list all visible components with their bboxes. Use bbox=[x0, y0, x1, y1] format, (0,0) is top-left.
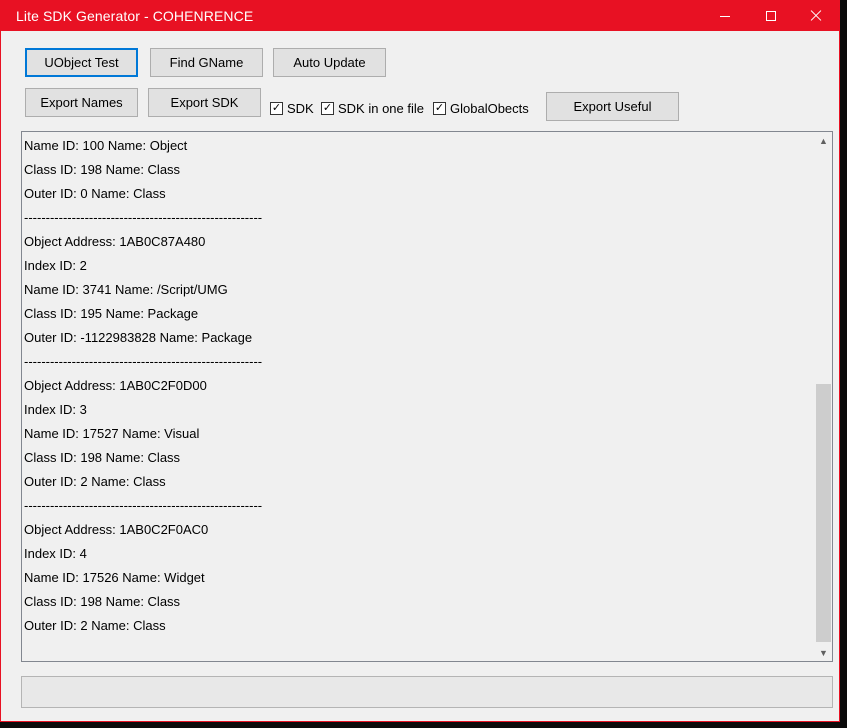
log-line: Object Address: 1AB0C87A480 bbox=[24, 234, 206, 249]
chevron-up-icon[interactable]: ▲ bbox=[815, 132, 832, 149]
log-line: Name ID: 17527 Name: Visual bbox=[24, 426, 200, 441]
log-line: Outer ID: 2 Name: Class bbox=[24, 618, 166, 633]
checkmark-icon: ✓ bbox=[321, 101, 334, 115]
checkmark-icon: ✓ bbox=[433, 101, 446, 115]
global-objects-checkbox-label: GlobalObects bbox=[450, 100, 529, 116]
log-line: Class ID: 195 Name: Package bbox=[24, 306, 199, 321]
export-sdk-button[interactable]: Export SDK bbox=[148, 88, 261, 117]
log-line: Outer ID: 0 Name: Class bbox=[24, 186, 166, 201]
maximize-icon bbox=[766, 11, 776, 21]
sdk-one-file-checkbox-label: SDK in one file bbox=[338, 100, 424, 116]
find-gname-button[interactable]: Find GName bbox=[150, 48, 263, 77]
log-line: Outer ID: 2 Name: Class bbox=[24, 474, 166, 489]
uobject-test-button[interactable]: UObject Test bbox=[25, 48, 138, 77]
log-line: ----------------------------------------… bbox=[24, 210, 263, 225]
log-line: Class ID: 198 Name: Class bbox=[24, 162, 181, 177]
log-line: Outer ID: -1122983828 Name: Package bbox=[24, 330, 253, 345]
log-line: Index ID: 3 bbox=[24, 402, 87, 417]
maximize-button[interactable] bbox=[748, 1, 794, 31]
status-bar bbox=[21, 676, 833, 708]
auto-update-button[interactable]: Auto Update bbox=[273, 48, 386, 77]
log-line: Name ID: 100 Name: Object bbox=[24, 138, 188, 153]
log-line: ----------------------------------------… bbox=[24, 498, 263, 513]
window-title: Lite SDK Generator - COHENRENCE bbox=[16, 8, 254, 24]
app-window: Lite SDK Generator - COHENRENCE UObject … bbox=[0, 0, 840, 722]
minimize-icon bbox=[720, 15, 730, 17]
global-objects-checkbox[interactable]: ✓ GlobalObects bbox=[433, 100, 529, 116]
chevron-down-icon[interactable]: ▼ bbox=[815, 644, 832, 661]
scrollbar-thumb[interactable] bbox=[816, 384, 831, 642]
log-line: Class ID: 198 Name: Class bbox=[24, 450, 181, 465]
log-line: Name ID: 17526 Name: Widget bbox=[24, 570, 205, 585]
checkmark-icon: ✓ bbox=[270, 101, 283, 115]
close-icon bbox=[810, 10, 822, 22]
log-line: Index ID: 4 bbox=[24, 546, 87, 561]
output-log[interactable]: Name ID: 100 Name: Object Class ID: 198 N… bbox=[21, 131, 833, 662]
log-line: Index ID: 2 bbox=[24, 258, 87, 273]
log-line: ----------------------------------------… bbox=[24, 354, 263, 369]
sdk-checkbox[interactable]: ✓ SDK bbox=[270, 100, 314, 116]
log-line: Name ID: 3741 Name: /Script/UMG bbox=[24, 282, 228, 297]
minimize-button[interactable] bbox=[702, 1, 748, 31]
title-bar[interactable]: Lite SDK Generator - COHENRENCE bbox=[1, 1, 839, 31]
close-button[interactable] bbox=[793, 1, 839, 31]
export-useful-button[interactable]: Export Useful bbox=[546, 92, 679, 121]
sdk-one-file-checkbox[interactable]: ✓ SDK in one file bbox=[321, 100, 424, 116]
log-line: Class ID: 198 Name: Class bbox=[24, 594, 181, 609]
log-line: Object Address: 1AB0C2F0D00 bbox=[24, 378, 207, 393]
vertical-scrollbar[interactable]: ▲ ▼ bbox=[815, 132, 832, 661]
log-line: Object Address: 1AB0C2F0AC0 bbox=[24, 522, 209, 537]
sdk-checkbox-label: SDK bbox=[287, 100, 314, 116]
log-lines: Name ID: 100 Name: Object Class ID: 198 N… bbox=[24, 138, 814, 642]
export-names-button[interactable]: Export Names bbox=[25, 88, 138, 117]
